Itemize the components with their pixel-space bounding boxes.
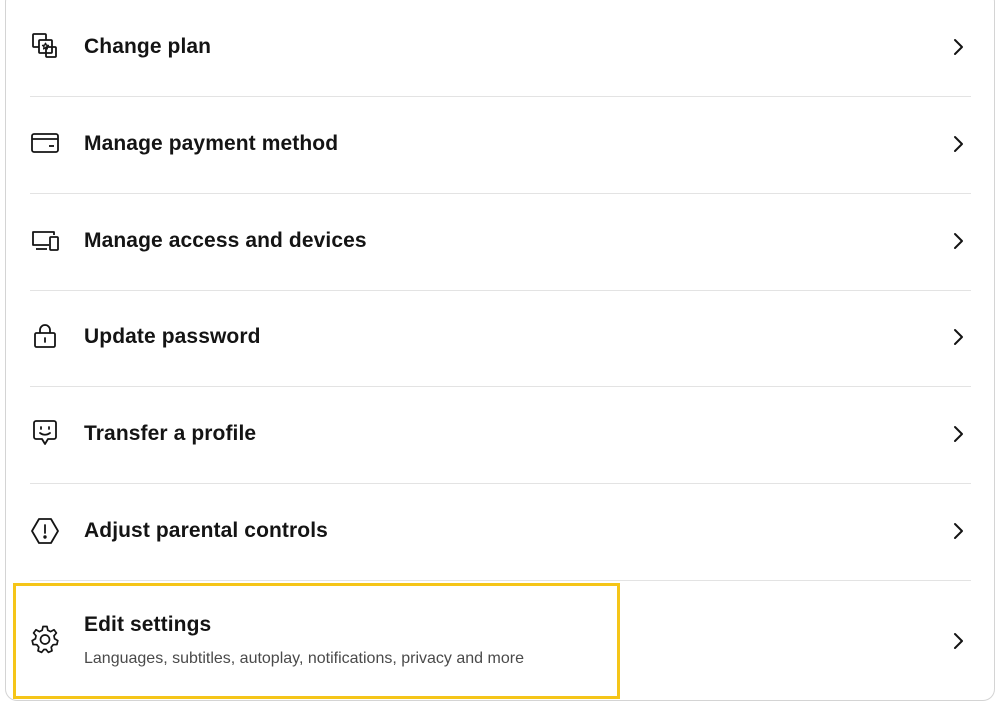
chevron-right-icon	[948, 327, 968, 347]
chevron-right-icon	[948, 134, 968, 154]
parental-controls-label: Adjust parental controls	[84, 519, 328, 542]
chevron-right-icon	[948, 424, 968, 444]
chevron-right-icon	[948, 631, 968, 651]
manage-payment-method-item[interactable]: Manage payment method	[0, 97, 1000, 193]
chevron-right-icon	[948, 37, 968, 57]
chevron-right-icon	[948, 231, 968, 251]
gear-icon	[30, 624, 60, 654]
change-plan-label: Change plan	[84, 35, 212, 58]
manage-payment-method-label: Manage payment method	[84, 132, 339, 155]
transfer-profile-icon	[30, 418, 60, 448]
edit-settings-item[interactable]: Edit settings Languages, subtitles, auto…	[0, 581, 1000, 699]
transfer-profile-label: Transfer a profile	[84, 422, 257, 445]
edit-settings-label: Edit settings	[84, 613, 212, 636]
change-plan-icon	[30, 31, 60, 61]
parental-controls-item[interactable]: Adjust parental controls	[0, 484, 1000, 580]
manage-access-devices-item[interactable]: Manage access and devices	[0, 194, 1000, 290]
lock-icon	[30, 321, 60, 351]
parental-controls-icon	[30, 516, 60, 546]
update-password-item[interactable]: Update password	[0, 291, 1000, 386]
chevron-right-icon	[948, 521, 968, 541]
devices-icon	[30, 226, 60, 256]
update-password-label: Update password	[84, 325, 261, 348]
edit-settings-description: Languages, subtitles, autoplay, notifica…	[84, 650, 524, 667]
transfer-profile-item[interactable]: Transfer a profile	[0, 387, 1000, 483]
credit-card-icon	[30, 129, 60, 159]
manage-access-devices-label: Manage access and devices	[84, 229, 367, 252]
change-plan-item[interactable]: Change plan	[0, 0, 1000, 96]
